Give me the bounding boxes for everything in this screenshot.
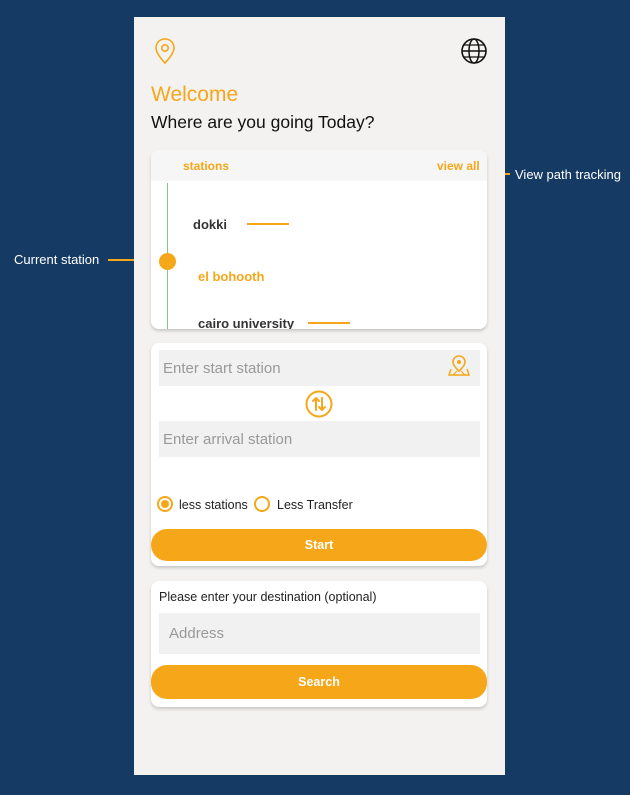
annotation-current-station: Current station <box>14 252 100 267</box>
destination-label: Please enter your destination (optional) <box>159 590 377 604</box>
less-stations-radio[interactable] <box>157 496 173 512</box>
current-station-marker <box>159 253 176 270</box>
stations-header: stations view all <box>151 150 487 181</box>
station-item-el-bohooth[interactable]: el bohooth <box>198 269 264 284</box>
annotation-view-path: View path tracking <box>515 167 621 182</box>
arrival-station-input[interactable] <box>159 421 480 457</box>
station-item-cairo-university[interactable]: cairo university <box>198 316 294 329</box>
page-subtitle: Where are you going Today? <box>151 112 375 132</box>
route-form-card: less stations Less Transfer Start <box>151 343 487 566</box>
stations-card: stations view all dokki el bohooth cairo… <box>151 150 487 329</box>
less-transfer-radio[interactable] <box>254 496 270 512</box>
app-screen: Welcome Where are you going Today? stati… <box>134 17 505 775</box>
map-marker-icon[interactable] <box>447 354 471 381</box>
station-dash <box>308 322 350 324</box>
stations-label: stations <box>183 159 230 173</box>
start-button[interactable]: Start <box>151 529 487 561</box>
destination-card: Please enter your destination (optional)… <box>151 581 487 707</box>
search-button[interactable]: Search <box>151 665 487 699</box>
less-transfer-label: Less Transfer <box>277 498 353 512</box>
globe-icon[interactable] <box>460 37 488 70</box>
less-stations-label: less stations <box>179 498 248 512</box>
station-item-dokki[interactable]: dokki <box>193 217 227 232</box>
swap-icon[interactable] <box>305 390 333 423</box>
welcome-heading: Welcome <box>151 83 239 106</box>
address-input[interactable] <box>159 613 480 654</box>
location-pin-icon[interactable] <box>154 37 176 70</box>
station-dash <box>247 223 289 225</box>
view-all-link[interactable]: view all <box>437 159 480 173</box>
start-station-input[interactable] <box>159 350 480 386</box>
